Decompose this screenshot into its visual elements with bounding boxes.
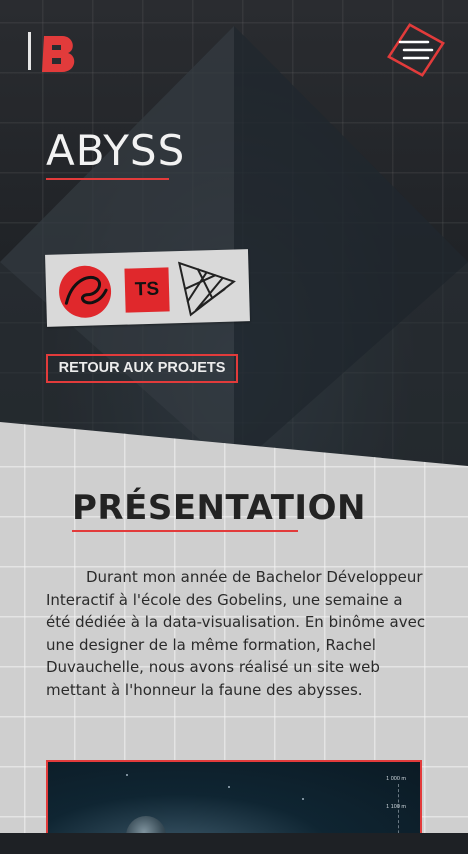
typescript-icon: TS	[124, 267, 170, 313]
menu-button[interactable]	[386, 22, 446, 78]
hero-section: ABYSS TS RETOUR AUX PROJETS	[0, 0, 468, 470]
sass-icon	[59, 265, 112, 318]
particle	[126, 774, 128, 776]
heading-underline	[72, 530, 298, 532]
project-title: ABYSS	[46, 126, 186, 175]
particle	[228, 786, 230, 788]
triangle-mesh-icon	[177, 261, 236, 317]
title-underline	[46, 178, 169, 180]
creature-illustration	[126, 816, 166, 833]
depth-label: 1 100 m	[386, 804, 406, 810]
project-preview-image[interactable]: 1 000 m 1 100 m	[46, 760, 422, 833]
presentation-heading: PRÉSENTATION	[72, 488, 366, 528]
back-to-projects-button[interactable]: RETOUR AUX PROJETS	[46, 354, 238, 383]
technologies-card: TS	[45, 249, 250, 327]
logo-icon[interactable]	[22, 28, 82, 78]
particle	[302, 798, 304, 800]
depth-scale	[398, 784, 400, 833]
depth-label: 1 000 m	[386, 776, 406, 782]
presentation-text: Durant mon année de Bachelor Développeur…	[46, 568, 426, 699]
